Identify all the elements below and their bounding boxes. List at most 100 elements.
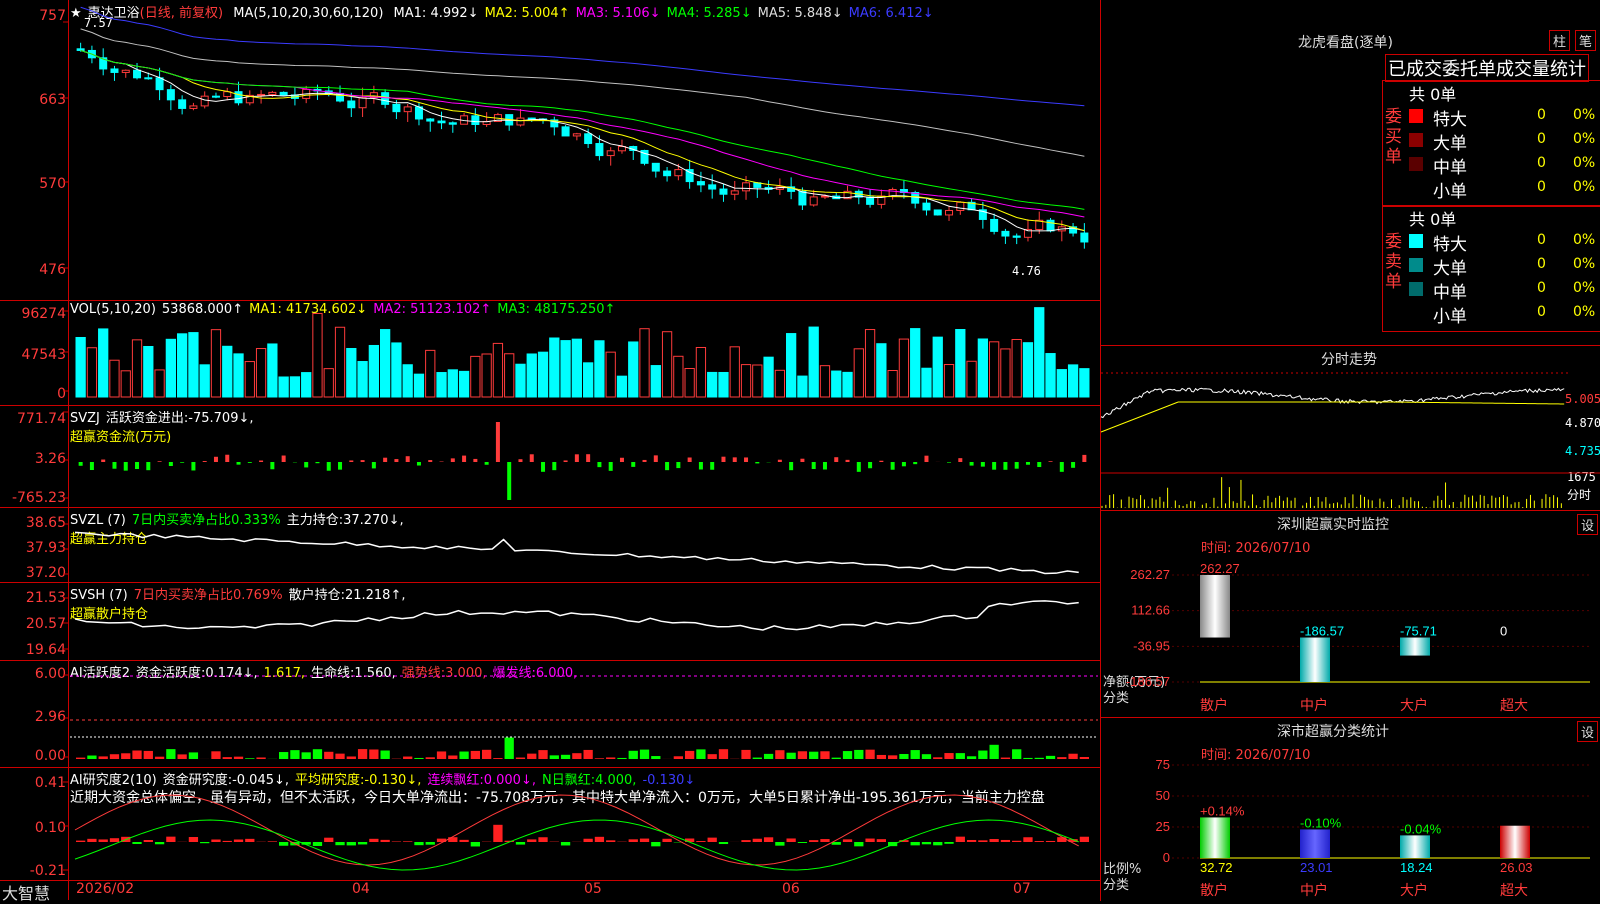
volume-bar: [1023, 343, 1032, 397]
activity-bar: [426, 757, 435, 759]
activity-bar: [245, 758, 254, 759]
candle-body: [111, 69, 118, 72]
flow-bar: [924, 456, 928, 462]
flow-bar: [507, 462, 511, 500]
activity-bar: [347, 756, 356, 759]
research-bar: [223, 841, 232, 842]
classify-value-label: 32.72: [1200, 860, 1233, 875]
candle-body: [528, 118, 535, 119]
research-bar: [234, 840, 243, 842]
volume-bar: [369, 345, 378, 397]
flow-bar: [1003, 462, 1007, 470]
research-bar: [1046, 841, 1055, 842]
flow-bar: [541, 462, 545, 472]
monitor-bar: [1200, 575, 1230, 638]
classify-category: 超大: [1500, 883, 1528, 899]
volume-bar: [1035, 308, 1044, 397]
candle-body: [122, 70, 129, 72]
flow-bar: [417, 462, 421, 466]
research-bar: [865, 839, 874, 842]
volume-bar: [256, 349, 265, 397]
flow-bar: [1015, 462, 1019, 469]
research-bar: [144, 840, 153, 842]
research-bar: [369, 839, 378, 842]
flow-bar: [530, 454, 534, 462]
activity-bar: [493, 758, 502, 759]
classify-axis-label: 25: [1156, 819, 1170, 834]
candle-body: [889, 190, 896, 197]
activity-bar: [155, 757, 164, 759]
candle-body: [382, 93, 389, 105]
flow-bar: [1026, 462, 1030, 465]
research-bar: [155, 842, 164, 844]
flow-bar: [868, 462, 872, 468]
activity-bar: [256, 757, 265, 759]
volume-bar: [696, 347, 705, 397]
activity-bar: [1080, 757, 1089, 759]
activity-bar: [640, 750, 649, 759]
candle-body: [1013, 236, 1020, 237]
research-bar: [978, 840, 987, 842]
activity-bar: [843, 751, 852, 759]
candle-body: [179, 100, 186, 109]
volume-bar: [1080, 369, 1089, 397]
flow-bar: [676, 462, 680, 468]
candle-body: [449, 123, 456, 124]
activity-bar: [595, 758, 604, 759]
activity-bar: [708, 754, 717, 759]
candle-body: [731, 191, 738, 194]
activity-bar: [516, 758, 525, 759]
volume-bar: [437, 373, 446, 397]
activity-bar: [223, 757, 232, 759]
volume-bar: [820, 366, 829, 397]
flow-bar: [372, 462, 376, 468]
monitor-category: 大户: [1400, 697, 1428, 714]
research-bar: [741, 840, 750, 842]
volume-bar: [787, 334, 796, 397]
activity-bar: [572, 753, 581, 759]
candle-body: [1002, 231, 1009, 236]
flow-bar: [338, 462, 342, 470]
activity-bar: [696, 749, 705, 759]
activity-bar: [888, 755, 897, 759]
candle-body: [235, 92, 242, 103]
classify-bar: [1200, 817, 1230, 858]
volume-bar: [753, 365, 762, 397]
research-bar: [166, 837, 175, 842]
volume-bar: [843, 372, 852, 397]
activity-bar: [741, 750, 750, 759]
candle-body: [1047, 220, 1054, 231]
activity-bar: [527, 754, 536, 759]
volume-bar: [584, 363, 593, 397]
flow-bar: [913, 462, 917, 464]
research-bar: [990, 839, 999, 842]
flow-bar: [947, 462, 951, 463]
research-bar: [1080, 837, 1089, 842]
activity-bar: [178, 754, 187, 759]
volume-bar: [245, 362, 254, 397]
activity-bar: [933, 757, 942, 759]
volume-bar: [1001, 349, 1010, 397]
flow-bar: [315, 462, 319, 463]
research-bar: [1001, 840, 1010, 842]
volume-bar: [899, 339, 908, 397]
flow-bar: [789, 462, 793, 470]
candle-body: [145, 78, 152, 79]
research-bar: [245, 839, 254, 842]
flow-bar: [710, 462, 714, 470]
flow-bar: [643, 460, 647, 462]
monitor-category: 超大: [1500, 698, 1528, 714]
activity-bar: [302, 752, 311, 759]
volume-bar: [933, 337, 942, 397]
activity-bar: [358, 749, 367, 759]
flow-bar: [800, 459, 804, 462]
volume-bar: [448, 370, 457, 397]
volume-bar: [99, 329, 108, 397]
candle-body: [517, 118, 524, 125]
candle-body: [201, 96, 208, 106]
research-bar: [753, 839, 762, 842]
flow-bar: [586, 454, 590, 462]
volume-bar: [832, 371, 841, 397]
volume-bar: [279, 377, 288, 397]
research-bar: [696, 841, 705, 842]
